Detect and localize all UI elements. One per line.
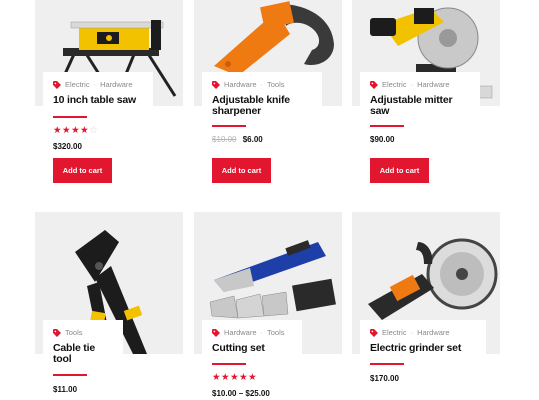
product-title[interactable]: Cable tie tool [53,343,113,365]
category-link[interactable]: Hardware [417,328,450,337]
star-icon: ★ [80,124,90,136]
product-info: Hardware · Tools Cutting set ★★★★★ $10.0… [202,320,302,400]
category-link[interactable]: Electric [65,80,90,89]
category-link[interactable]: Hardware [100,80,133,89]
tag-icon [212,80,220,89]
title-divider [370,125,404,127]
category-link[interactable]: Tools [267,328,285,337]
current-price: $90.00 [370,134,395,144]
product-price: $10.00 – $25.00 [212,389,292,398]
category-link[interactable]: Hardware [224,80,257,89]
star-icon: ★ [212,371,222,383]
sale-price: $6.00 [242,134,263,144]
product-title[interactable]: Electric grinder set [370,343,476,354]
product-categories: Electric · Hardware [370,328,476,337]
add-to-cart-button[interactable]: Add to cart [53,158,112,183]
category-link[interactable]: Hardware [417,80,450,89]
product-price: $10.00 $6.00 [212,135,312,144]
category-link[interactable]: Electric [382,80,407,89]
product-price: $90.00 [370,135,470,144]
category-separator: · [260,328,264,337]
title-divider [53,116,87,118]
title-divider [212,363,246,365]
product-title[interactable]: 10 inch table saw [53,95,143,106]
add-to-cart-button[interactable]: Add to cart [370,158,429,183]
product-info: Electric · Hardware Adjustable mitter sa… [360,72,480,154]
current-price: $320.00 [53,141,82,151]
product-title[interactable]: Adjustable mitter saw [370,95,470,117]
title-divider [53,374,87,376]
tag-icon [370,328,378,337]
category-separator: · [93,80,97,89]
tag-icon [212,328,220,337]
product-categories: Hardware · Tools [212,80,312,89]
title-divider [212,125,246,127]
current-price: $11.00 [53,384,78,394]
tag-icon [370,80,378,89]
category-link[interactable]: Tools [65,328,83,337]
product-price: $170.00 [370,374,476,383]
title-divider [370,363,404,365]
star-icon: ★ [239,371,249,383]
product-categories: Electric · Hardware [53,80,143,89]
original-price: $10.00 [212,134,237,144]
category-separator: · [410,80,414,89]
product-card[interactable]: Tools Cable tie tool $11.00 [35,212,183,400]
category-link[interactable]: Tools [267,80,285,89]
category-separator: · [410,328,414,337]
star-icon: ★ [221,371,231,383]
add-to-cart-button[interactable]: Add to cart [212,158,271,183]
product-categories: Tools [53,328,113,337]
product-info: Electric · Hardware Electric grinder set… [360,320,486,400]
product-price: $320.00 [53,142,143,151]
product-card[interactable]: Hardware · Tools Adjustable knife sharpe… [194,0,342,183]
star-icon: ★ [248,371,258,383]
star-rating: ★★★★☆ [53,124,143,136]
product-info: Hardware · Tools Adjustable knife sharpe… [202,72,322,154]
price-range: $10.00 – $25.00 [212,388,270,398]
star-icon: ★ [71,124,81,136]
product-card[interactable]: Electric · Hardware Adjustable mitter sa… [352,0,500,183]
product-card[interactable]: Electric · Hardware 10 inch table saw ★★… [35,0,183,183]
star-icon: ★ [230,371,240,383]
product-info: Tools Cable tie tool $11.00 [43,320,123,400]
product-categories: Electric · Hardware [370,80,470,89]
current-price: $170.00 [370,373,399,383]
product-categories: Hardware · Tools [212,328,292,337]
star-icon: ★ [53,124,63,136]
product-title[interactable]: Adjustable knife sharpener [212,95,312,117]
category-separator: · [260,80,264,89]
product-card[interactable]: Electric · Hardware Electric grinder set… [352,212,500,400]
tag-icon [53,80,61,89]
star-icon: ☆ [89,124,99,136]
product-title[interactable]: Cutting set [212,343,292,354]
product-card[interactable]: Hardware · Tools Cutting set ★★★★★ $10.0… [194,212,342,400]
category-link[interactable]: Electric [382,328,407,337]
star-rating: ★★★★★ [212,371,292,383]
star-icon: ★ [62,124,72,136]
product-info: Electric · Hardware 10 inch table saw ★★… [43,72,153,157]
product-price: $11.00 [53,385,113,394]
tag-icon [53,328,61,337]
category-link[interactable]: Hardware [224,328,257,337]
